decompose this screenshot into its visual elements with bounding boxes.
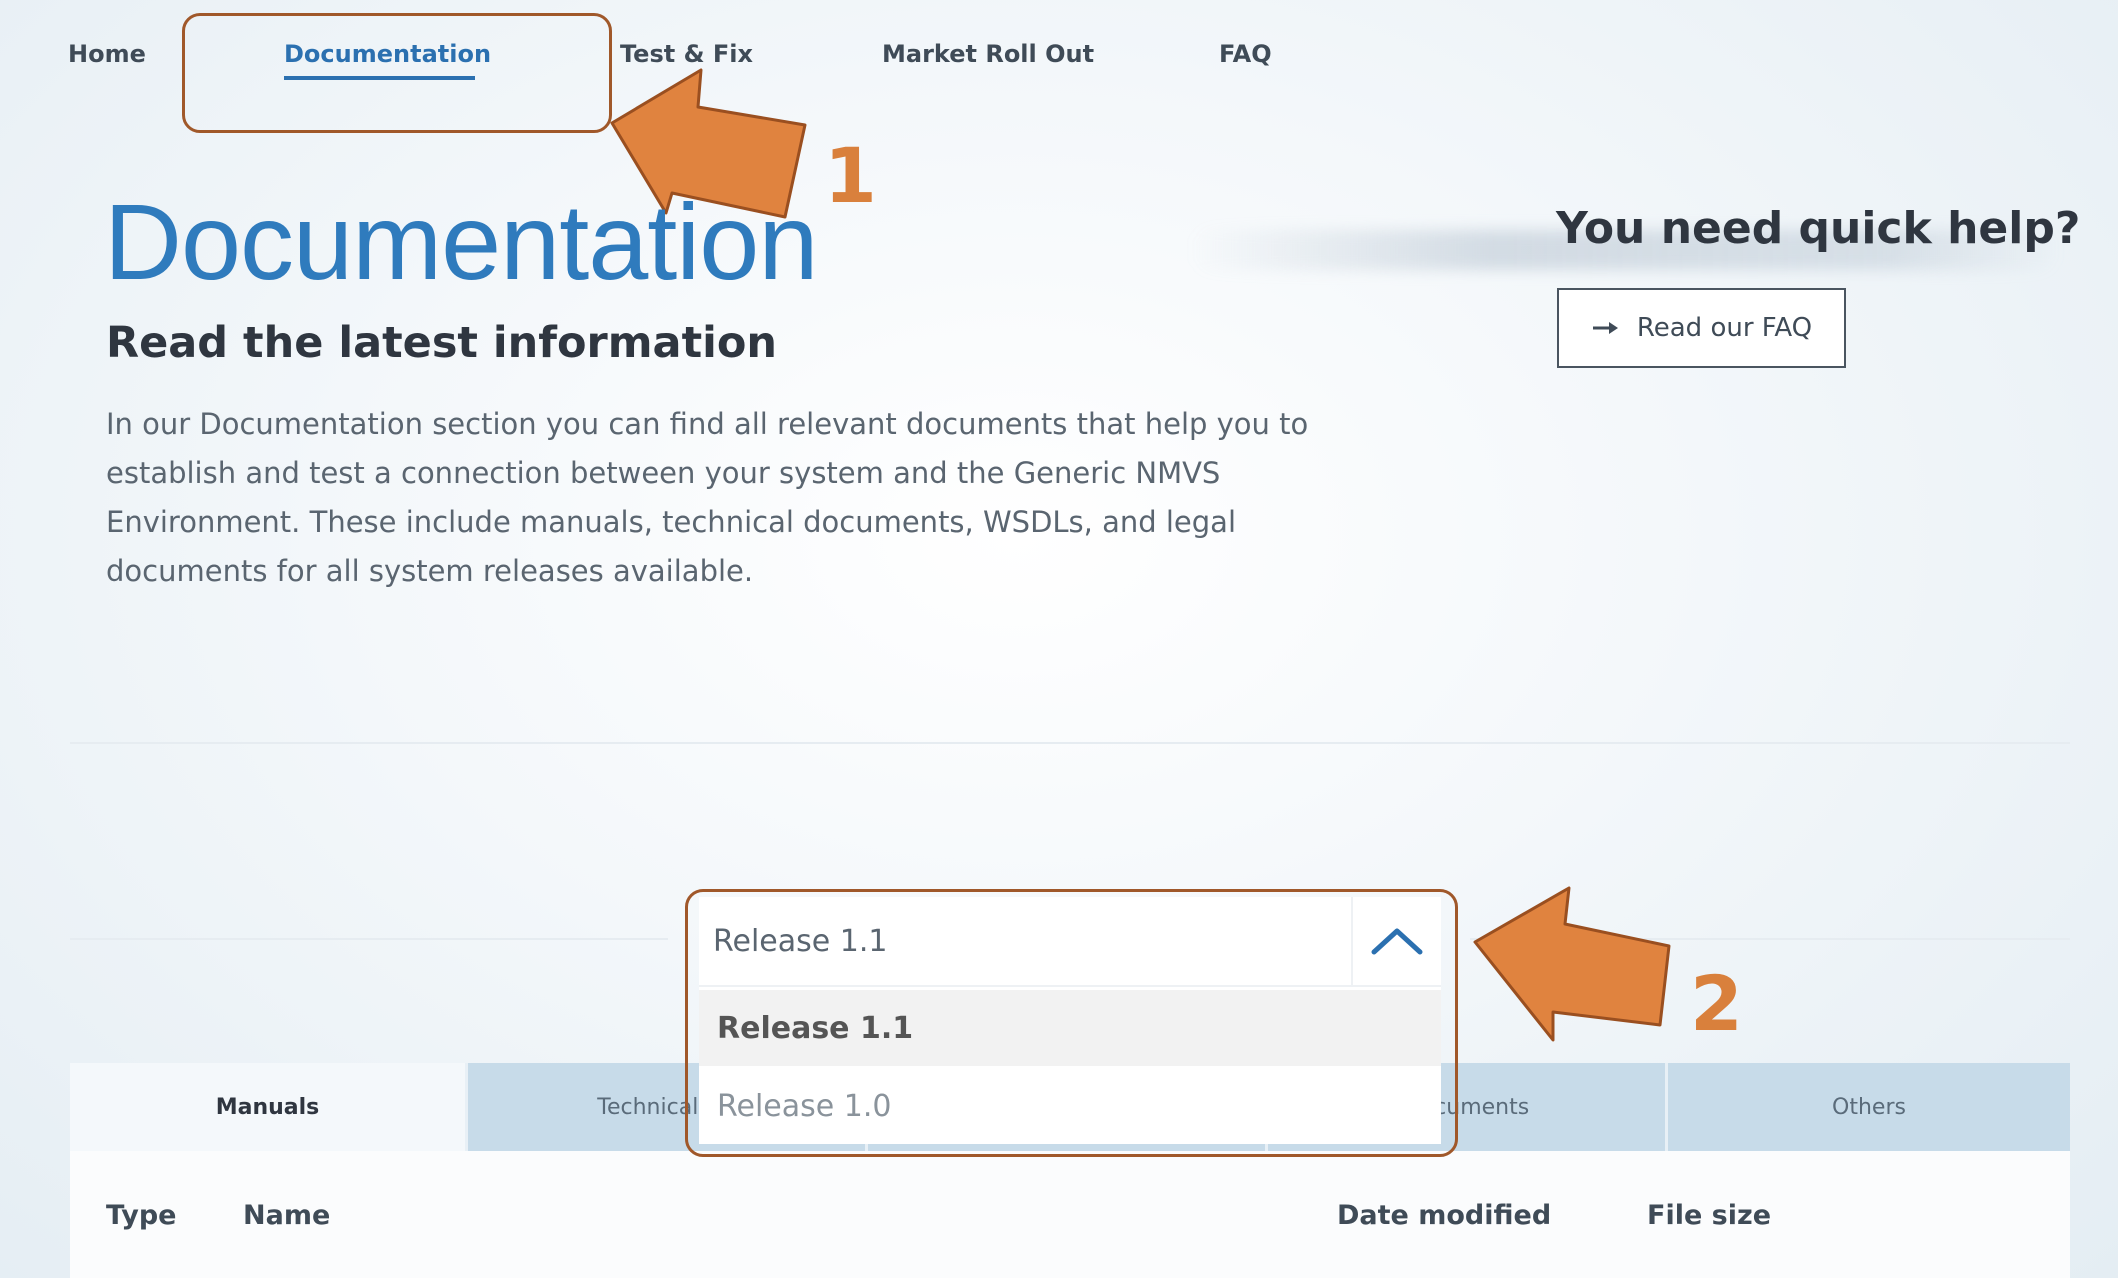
page-title: Documentation <box>104 181 818 302</box>
annotation-number-2: 2 <box>1690 959 1743 1048</box>
column-type[interactable]: Type <box>106 1200 176 1231</box>
highlight-box-documentation-nav <box>182 13 612 133</box>
select-divider-left <box>70 938 668 940</box>
annotation-number-1: 1 <box>824 131 877 220</box>
nav-active-underline <box>284 76 475 80</box>
annotation-arrow-2-icon <box>1473 886 1671 1042</box>
release-option-1-1[interactable]: Release 1.1 <box>699 990 1441 1066</box>
select-divider-right <box>1470 938 2070 940</box>
page-subtitle: Read the latest information <box>106 318 778 368</box>
page: Home Documentation Test & Fix Market Rol… <box>0 0 2118 1278</box>
release-select-toggle[interactable] <box>1351 897 1441 987</box>
chevron-up-icon <box>1371 928 1423 955</box>
tab-manuals[interactable]: Manuals <box>70 1063 468 1151</box>
nav-faq[interactable]: FAQ <box>1219 40 1272 68</box>
column-name[interactable]: Name <box>243 1200 330 1231</box>
release-select-input[interactable]: Release 1.1 <box>699 897 1351 987</box>
tab-others[interactable]: Others <box>1668 1063 2070 1151</box>
column-date-modified[interactable]: Date modified <box>1337 1200 1551 1231</box>
column-file-size[interactable]: File size <box>1647 1200 1771 1231</box>
nav-documentation[interactable]: Documentation <box>284 40 491 68</box>
nav-home[interactable]: Home <box>68 40 146 68</box>
section-divider <box>70 742 2070 744</box>
release-option-1-0[interactable]: Release 1.0 <box>699 1068 1441 1144</box>
arrow-right-icon <box>1592 322 1618 334</box>
intro-paragraph: In our Documentation section you can fin… <box>106 407 1309 588</box>
read-faq-label: Read our FAQ <box>1636 313 1813 343</box>
nav-test-fix[interactable]: Test & Fix <box>620 40 753 68</box>
read-faq-button[interactable]: Read our FAQ <box>1557 288 1846 368</box>
nav-market-roll-out[interactable]: Market Roll Out <box>882 40 1094 68</box>
release-select-value: Release 1.1 <box>713 923 888 959</box>
help-heading: You need quick help? <box>1556 203 2081 254</box>
